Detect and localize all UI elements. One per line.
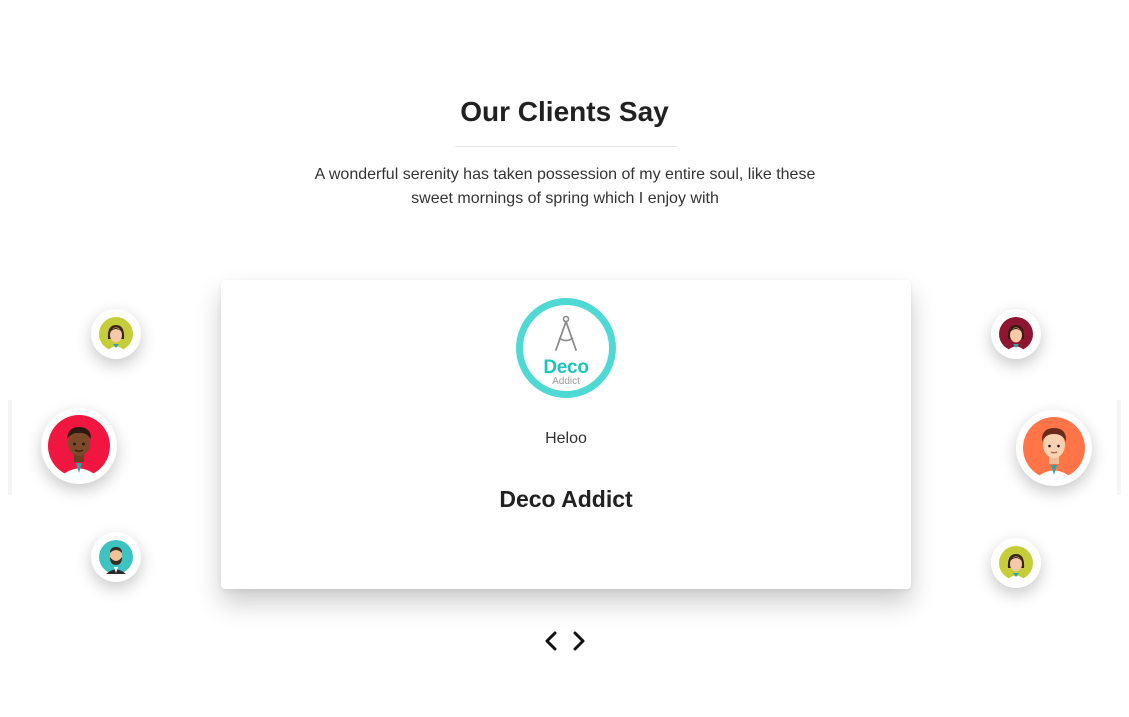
prev-button[interactable] [540,628,562,654]
man-avatar-icon [48,415,110,477]
section-intro: A wonderful serenity has taken possessio… [314,166,816,207]
man-avatar-icon [1023,417,1085,479]
chevron-right-icon [573,631,585,651]
testimonials-section: Our Clients Say A wonderful serenity has… [0,0,1129,717]
client-avatar-right-top[interactable] [991,309,1041,359]
client-logo: Deco Addict [516,298,616,398]
client-avatar-right-middle[interactable] [1016,410,1092,486]
next-button[interactable] [568,628,590,654]
right-edge-shade [1117,400,1121,495]
testimonial-quote: Heloo [545,430,587,447]
woman-avatar-icon [999,546,1033,580]
title-divider [455,146,677,147]
testimonial-card: Deco Addict Heloo Deco Addict [221,280,911,589]
chevron-left-icon [545,631,557,651]
client-avatar-left-top[interactable] [91,309,141,359]
client-avatar-right-bottom[interactable] [991,538,1041,588]
woman-avatar-icon [99,317,133,351]
client-avatar-left-bottom[interactable] [91,532,141,582]
bearded-man-avatar-icon [99,540,133,574]
section-title: Our Clients Say [460,96,669,127]
woman-avatar-icon [999,317,1033,351]
left-edge-shade [8,400,12,495]
client-name: Deco Addict [499,486,633,512]
client-avatar-left-middle[interactable] [41,408,117,484]
logo-sub-text: Addict [552,376,580,387]
